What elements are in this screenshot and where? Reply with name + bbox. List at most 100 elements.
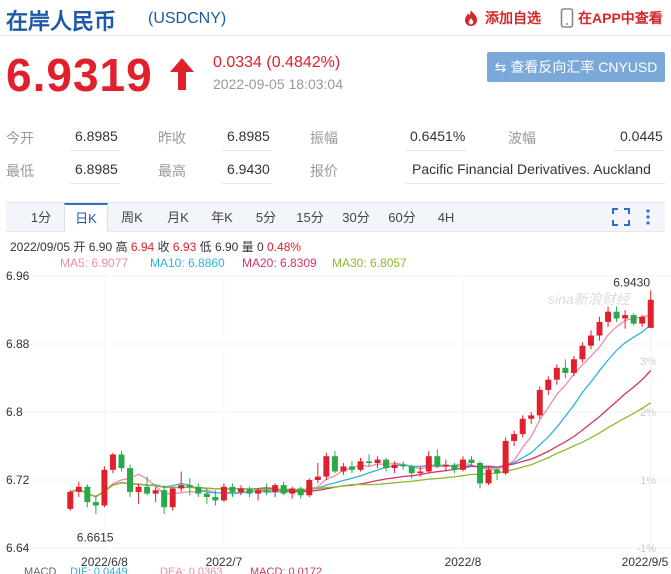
candle-body bbox=[579, 345, 586, 360]
candle-body bbox=[511, 434, 518, 441]
candle-body bbox=[220, 486, 227, 501]
candle-body bbox=[562, 367, 569, 373]
stat-value: 6.8985 bbox=[75, 161, 118, 177]
fullscreen-icon[interactable] bbox=[612, 208, 630, 231]
candle-body bbox=[596, 321, 603, 336]
dea-legend: DEA: 0.0363 bbox=[160, 566, 223, 574]
candle-body bbox=[613, 311, 620, 319]
phone-icon bbox=[560, 8, 574, 28]
tab-60min[interactable]: 60分 bbox=[384, 203, 420, 232]
candle-body bbox=[536, 389, 543, 416]
add-favorite-button[interactable]: 添加自选 bbox=[461, 8, 541, 28]
period-tabs: 1分 日K 周K 月K 年K 5分 15分 30分 60分 4H bbox=[6, 202, 665, 232]
tab-4h[interactable]: 4H bbox=[432, 203, 460, 232]
info-close: 6.93 bbox=[172, 240, 197, 254]
stat-label: 波幅 bbox=[508, 130, 536, 146]
add-favorite-label: 添加自选 bbox=[485, 10, 541, 26]
candle-body bbox=[195, 486, 202, 494]
right-tick-label: 1% bbox=[640, 475, 656, 487]
right-tick-label: -1% bbox=[636, 543, 656, 555]
tab-daily-k[interactable]: 日K bbox=[64, 203, 108, 232]
ma30-line bbox=[70, 402, 652, 498]
candle-body bbox=[348, 466, 355, 470]
stat-label: 今开 bbox=[6, 130, 34, 146]
tab-1min[interactable]: 1分 bbox=[26, 203, 56, 232]
page-header: 在岸人民币 (USDCNY) 添加自选 在APP中查看 bbox=[0, 0, 671, 36]
candle-body bbox=[178, 485, 185, 489]
quote-source: Pacific Financial Derivatives. Auckland bbox=[412, 161, 651, 177]
open-in-app-label: 在APP中查看 bbox=[578, 10, 663, 26]
stat-label: 振幅 bbox=[310, 130, 338, 146]
current-price: 6.9319 bbox=[6, 49, 153, 101]
candle-body bbox=[323, 456, 330, 477]
info-high: 6.94 bbox=[130, 240, 155, 254]
stat-label: 报价 bbox=[310, 163, 338, 179]
candle-body bbox=[246, 488, 253, 494]
stat-value: 6.9430 bbox=[227, 161, 270, 177]
candle-body bbox=[459, 459, 466, 470]
swap-icon: ⇆ bbox=[494, 58, 507, 75]
candle-body bbox=[306, 480, 313, 496]
min-label: 6.6615 bbox=[77, 531, 114, 545]
candle-body bbox=[639, 316, 646, 324]
info-open-label: 开 bbox=[73, 240, 86, 254]
stat-label: 昨收 bbox=[158, 130, 186, 146]
candle-body bbox=[118, 454, 125, 469]
reverse-rate-button[interactable]: ⇆ 查看反向汇率 CNYUSD bbox=[487, 52, 665, 82]
open-in-app-button[interactable]: 在APP中查看 bbox=[560, 8, 663, 28]
price-change: 0.0334 (0.4842%) bbox=[213, 54, 341, 71]
candle-body bbox=[75, 486, 82, 492]
info-date: 2022/09/05 bbox=[10, 240, 71, 254]
tab-weekly-k[interactable]: 周K bbox=[116, 203, 148, 232]
tab-30min[interactable]: 30分 bbox=[338, 203, 374, 232]
more-options-icon[interactable] bbox=[644, 208, 652, 231]
candle-body bbox=[331, 456, 338, 472]
candle-body bbox=[630, 315, 637, 324]
stat-value: 0.0445 bbox=[620, 128, 663, 144]
candle-body bbox=[468, 459, 475, 463]
tab-15min[interactable]: 15分 bbox=[292, 203, 328, 232]
quote-time: 2022-09-05 18:03:04 bbox=[213, 76, 343, 92]
page-title: 在岸人民币 bbox=[6, 9, 117, 34]
candle-body bbox=[255, 490, 262, 494]
info-vol: 0 bbox=[257, 240, 264, 254]
dif-legend: DIF: 0.0449 bbox=[70, 566, 128, 574]
candle-body bbox=[647, 299, 654, 328]
candle-body bbox=[212, 497, 219, 501]
tab-monthly-k[interactable]: 月K bbox=[162, 203, 194, 232]
candle-body bbox=[545, 379, 552, 390]
macd-title: MACD bbox=[24, 566, 57, 574]
kline-chart[interactable]: 6.966.886.86.726.643%2%1%-1%2022/6/8 2022… bbox=[0, 262, 671, 566]
candle-body bbox=[374, 459, 381, 463]
stats-row: 今开 6.8985 昨收 6.8985 振幅 0.6451% 波幅 0.0445 bbox=[0, 120, 671, 152]
watermark: sina新浪财经 bbox=[548, 291, 632, 307]
candle-body bbox=[169, 488, 176, 508]
candle-body bbox=[238, 488, 244, 492]
candle-info: 2022/09/05 开 6.90 高 6.94 收 6.93 低 6.90 量… bbox=[10, 238, 301, 255]
candle-body bbox=[434, 456, 441, 467]
candle-body bbox=[417, 471, 424, 474]
x-tick-label: 2022/7 bbox=[206, 555, 243, 566]
candle-body bbox=[519, 418, 526, 435]
candle-body bbox=[451, 464, 458, 470]
candle-body bbox=[408, 466, 415, 474]
tab-5min[interactable]: 5分 bbox=[252, 203, 280, 232]
stat-value: 6.8985 bbox=[227, 128, 270, 144]
stats-row: 最低 6.8985 最高 6.9430 报价 Pacific Financial… bbox=[0, 153, 671, 185]
candle-body bbox=[442, 464, 449, 467]
stat-label: 最低 bbox=[6, 163, 34, 179]
candle-body bbox=[92, 502, 99, 506]
stat-value: 6.8985 bbox=[75, 128, 118, 144]
candle-body bbox=[272, 485, 279, 492]
candle-body bbox=[340, 466, 347, 472]
tab-yearly-k[interactable]: 年K bbox=[206, 203, 238, 232]
y-tick-label: 6.8 bbox=[6, 405, 23, 419]
candle-body bbox=[135, 486, 142, 492]
candle-body bbox=[297, 488, 304, 496]
candle-body bbox=[622, 315, 629, 319]
candle-body bbox=[570, 359, 577, 373]
x-tick-label: 2022/8 bbox=[445, 555, 482, 566]
candle-body bbox=[101, 469, 108, 506]
stat-label: 最高 bbox=[158, 163, 186, 179]
candle-body bbox=[528, 415, 535, 419]
